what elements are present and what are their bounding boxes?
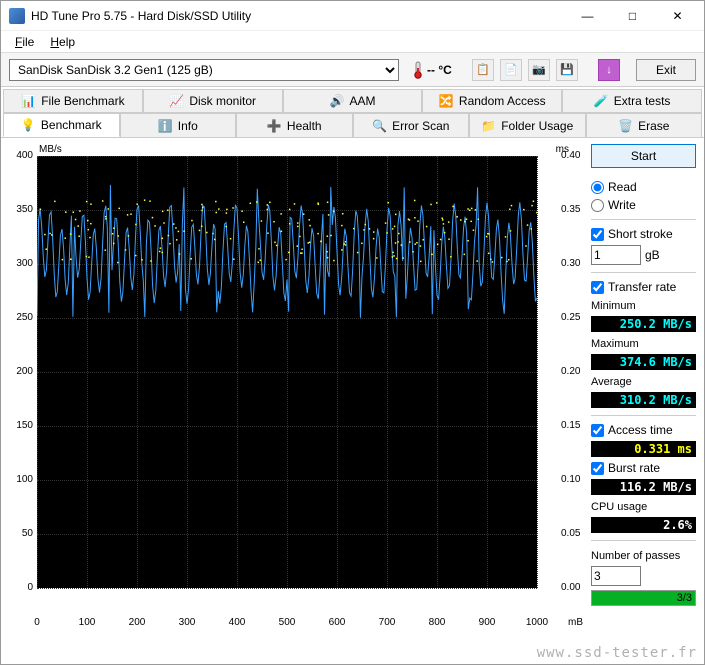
start-button[interactable]: Start bbox=[591, 144, 696, 168]
titlebar: HD Tune Pro 5.75 - Hard Disk/SSD Utility… bbox=[1, 1, 704, 31]
error-scan-icon: 🔍 bbox=[372, 119, 386, 133]
minimum-value: 250.2 MB/s bbox=[591, 316, 696, 332]
maximize-button[interactable]: □ bbox=[610, 2, 655, 30]
options-button[interactable]: ↓ bbox=[598, 59, 620, 81]
copy-info-button[interactable]: 📋 bbox=[472, 59, 494, 81]
passes-label: Number of passes bbox=[591, 550, 696, 562]
average-label: Average bbox=[591, 376, 696, 388]
progress-text: 3/3 bbox=[677, 591, 692, 605]
write-radio[interactable]: Write bbox=[591, 198, 696, 212]
temperature-readout: -- °C bbox=[411, 61, 452, 79]
copy-screenshot-button[interactable]: 📄 bbox=[500, 59, 522, 81]
aam-icon: 🔊 bbox=[329, 94, 343, 108]
tab-benchmark[interactable]: 💡Benchmark bbox=[3, 113, 120, 137]
tab-file-benchmark[interactable]: 📊File Benchmark bbox=[3, 89, 143, 113]
passes-input[interactable] bbox=[591, 566, 641, 586]
chart-area: MB/s ms mB 01002003004005006007008009001… bbox=[9, 144, 583, 658]
save-button[interactable]: 💾 bbox=[556, 59, 578, 81]
menu-help[interactable]: Help bbox=[42, 33, 83, 51]
extra-tests-icon: 🧪 bbox=[594, 94, 608, 108]
tab-aam[interactable]: 🔊AAM bbox=[283, 89, 423, 113]
benchmark-panel: MB/s ms mB 01002003004005006007008009001… bbox=[1, 137, 704, 664]
side-panel: Start Read Write Short stroke gB Transfe… bbox=[591, 144, 696, 658]
close-button[interactable]: ✕ bbox=[655, 2, 700, 30]
watermark: www.ssd-tester.fr bbox=[537, 645, 697, 661]
menu-file[interactable]: File bbox=[7, 33, 42, 51]
short-stroke-checkbox[interactable]: Short stroke bbox=[591, 227, 696, 241]
progress-bar: 3/3 bbox=[591, 590, 696, 606]
tab-health[interactable]: ➕Health bbox=[236, 113, 353, 137]
menubar: File Help bbox=[1, 31, 704, 53]
exit-button[interactable]: Exit bbox=[636, 59, 696, 81]
tab-disk-monitor[interactable]: 📈Disk monitor bbox=[143, 89, 283, 113]
y-left-label: MB/s bbox=[39, 144, 62, 155]
access-time-checkbox[interactable]: Access time bbox=[591, 423, 696, 437]
cpu-usage-value: 2.6% bbox=[591, 517, 696, 533]
burst-rate-value: 116.2 MB/s bbox=[591, 479, 696, 495]
tab-error-scan[interactable]: 🔍Error Scan bbox=[353, 113, 470, 137]
app-window: HD Tune Pro 5.75 - Hard Disk/SSD Utility… bbox=[0, 0, 705, 665]
tabs: 📊File Benchmark 📈Disk monitor 🔊AAM 🔀Rand… bbox=[1, 87, 704, 137]
folder-usage-icon: 📁 bbox=[481, 119, 495, 133]
file-benchmark-icon: 📊 bbox=[21, 94, 35, 108]
random-access-icon: 🔀 bbox=[439, 94, 453, 108]
tab-extra-tests[interactable]: 🧪Extra tests bbox=[562, 89, 702, 113]
transfer-rate-checkbox[interactable]: Transfer rate bbox=[591, 280, 696, 294]
burst-rate-checkbox[interactable]: Burst rate bbox=[591, 461, 696, 475]
maximum-label: Maximum bbox=[591, 338, 696, 350]
tab-erase[interactable]: 🗑️Erase bbox=[586, 113, 703, 137]
maximum-value: 374.6 MB/s bbox=[591, 354, 696, 370]
tab-random-access[interactable]: 🔀Random Access bbox=[422, 89, 562, 113]
thermometer-icon bbox=[411, 61, 425, 79]
short-stroke-unit: gB bbox=[645, 248, 660, 262]
cpu-usage-label: CPU usage bbox=[591, 501, 696, 513]
short-stroke-value[interactable] bbox=[591, 245, 641, 265]
read-radio[interactable]: Read bbox=[591, 180, 696, 194]
window-title: HD Tune Pro 5.75 - Hard Disk/SSD Utility bbox=[31, 9, 565, 23]
minimize-button[interactable]: ― bbox=[565, 2, 610, 30]
erase-icon: 🗑️ bbox=[618, 119, 632, 133]
tab-folder-usage[interactable]: 📁Folder Usage bbox=[469, 113, 586, 137]
plot bbox=[37, 156, 537, 588]
health-icon: ➕ bbox=[267, 119, 281, 133]
info-icon: ℹ️ bbox=[158, 119, 172, 133]
x-unit-label: mB bbox=[568, 617, 583, 628]
temperature-value: -- °C bbox=[427, 63, 452, 77]
app-icon bbox=[9, 8, 25, 24]
screenshot-button[interactable]: 📷 bbox=[528, 59, 550, 81]
benchmark-icon: 💡 bbox=[21, 118, 35, 132]
tab-info[interactable]: ℹ️Info bbox=[120, 113, 237, 137]
average-value: 310.2 MB/s bbox=[591, 392, 696, 408]
drive-select[interactable]: SanDisk SanDisk 3.2 Gen1 (125 gB) bbox=[9, 59, 399, 81]
toolbar: SanDisk SanDisk 3.2 Gen1 (125 gB) -- °C … bbox=[1, 53, 704, 87]
minimum-label: Minimum bbox=[591, 300, 696, 312]
disk-monitor-icon: 📈 bbox=[169, 94, 183, 108]
access-time-value: 0.331 ms bbox=[591, 441, 696, 457]
